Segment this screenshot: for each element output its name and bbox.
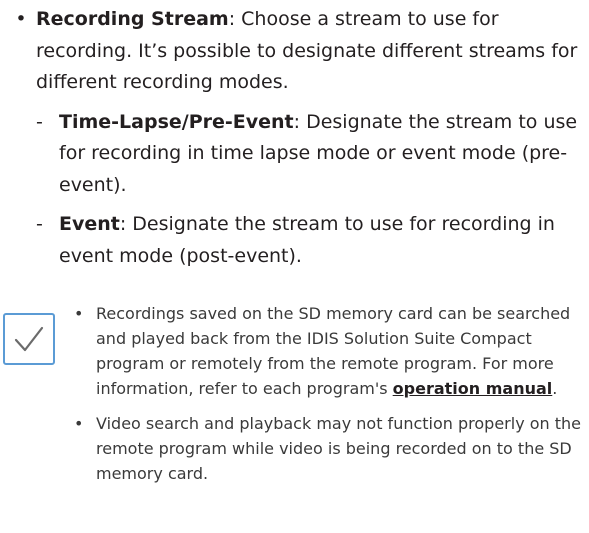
sub-item-time-lapse: - Time-Lapse/Pre-Event: Designate the st…: [36, 107, 584, 202]
bullet: •: [74, 304, 84, 323]
note-text: Video search and playback may not functi…: [96, 414, 582, 483]
sub-item-event: - Event: Designate the stream to use for…: [36, 209, 584, 272]
checkmark-icon: [14, 326, 44, 352]
note-item-remote-playback: • Video search and playback may not func…: [74, 411, 584, 486]
recording-stream-item: • Recording Stream: Choose a stream to u…: [14, 4, 584, 280]
note-checkbox: [3, 313, 55, 365]
note-item-sd-card-playback: • Recordings saved on the SD memory card…: [74, 301, 584, 401]
recording-mode-list: - Time-Lapse/Pre-Event : Designate the st…: [36, 107, 584, 273]
event-description: : Designate the stream to use for record…: [59, 213, 555, 267]
dash: -: [36, 213, 43, 235]
dash: -: [36, 110, 43, 133]
time-lapse-label: Time-Lapse/Pre-Event: [59, 110, 294, 133]
note-text-end: .: [552, 379, 558, 398]
recording-stream-label: Recording Stream: [36, 8, 229, 30]
note-list: • Recordings saved on the SD memory card…: [74, 301, 584, 496]
bullet: •: [15, 8, 27, 30]
note-box: • Recordings saved on the SD memory card…: [0, 293, 589, 533]
recording-stream-text: Recording Stream: Choose a stream to use…: [36, 4, 584, 99]
bullet: •: [74, 414, 84, 433]
event-label: Event: [59, 213, 120, 235]
operation-manual-link[interactable]: operation manual: [393, 379, 553, 398]
